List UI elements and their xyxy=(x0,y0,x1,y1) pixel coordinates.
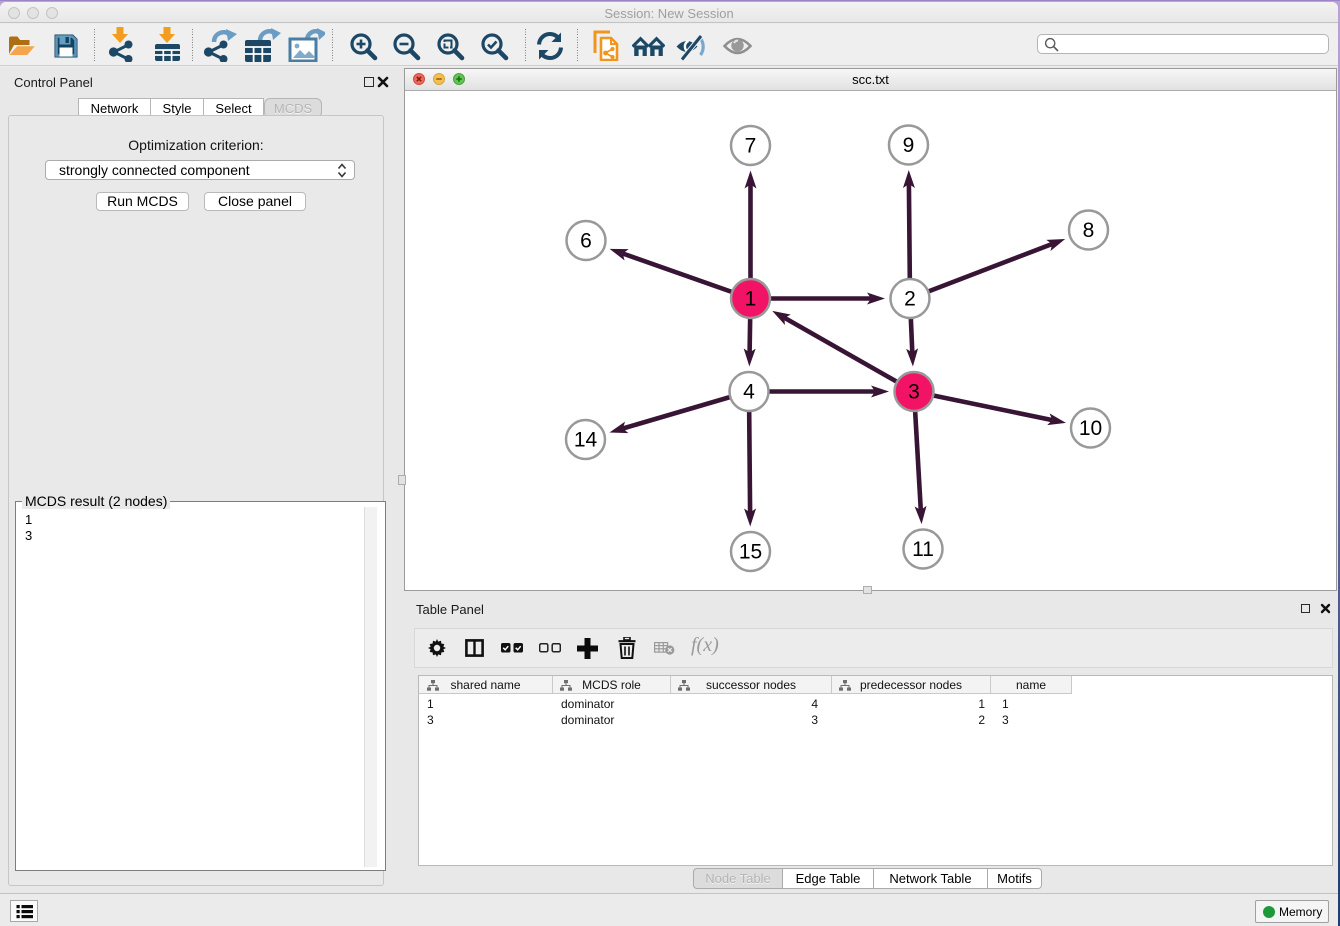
svg-text:15: 15 xyxy=(739,541,762,564)
svg-text:14: 14 xyxy=(574,429,598,452)
svg-text:3: 3 xyxy=(908,381,920,404)
svg-text:2: 2 xyxy=(904,288,916,311)
svg-text:9: 9 xyxy=(903,134,915,157)
svg-text:11: 11 xyxy=(912,538,934,561)
svg-text:1: 1 xyxy=(745,288,757,311)
svg-text:6: 6 xyxy=(580,230,592,253)
svg-text:8: 8 xyxy=(1083,219,1095,242)
svg-text:4: 4 xyxy=(743,381,755,404)
svg-text:10: 10 xyxy=(1079,417,1102,440)
svg-text:7: 7 xyxy=(745,135,757,158)
